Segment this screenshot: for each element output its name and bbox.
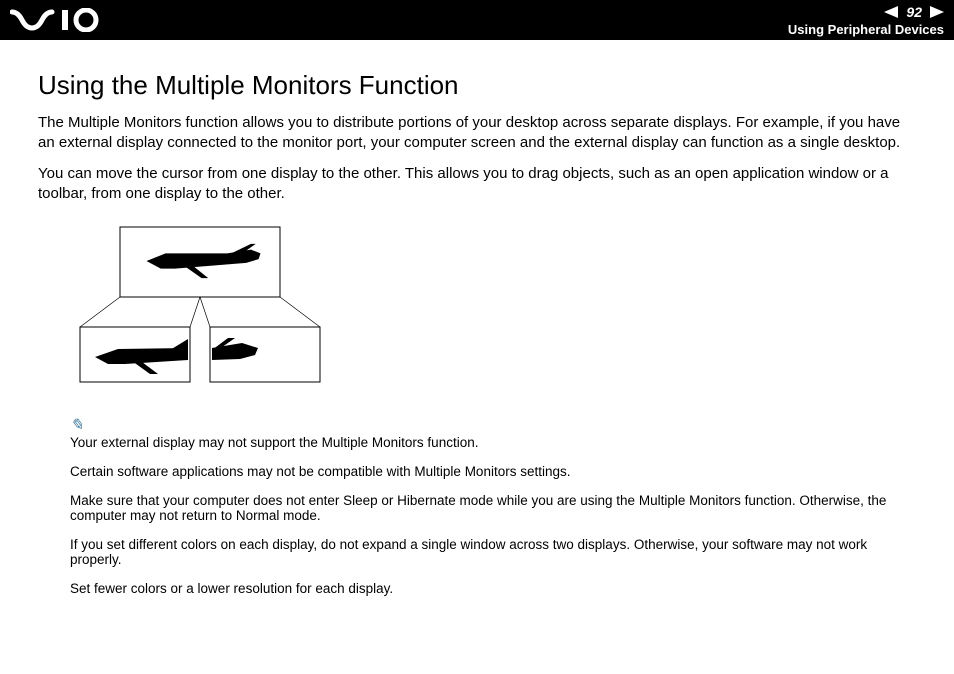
- note-text: If you set different colors on each disp…: [70, 537, 916, 567]
- multi-monitor-diagram: [70, 222, 916, 397]
- paragraph: You can move the cursor from one display…: [38, 164, 916, 205]
- note-pencil-icon: ✎: [70, 415, 916, 435]
- page-title: Using the Multiple Monitors Function: [38, 70, 916, 101]
- note-text: Certain software applications may not be…: [70, 464, 916, 479]
- page-header: 92 Using Peripheral Devices: [0, 0, 954, 40]
- paragraph: The Multiple Monitors function allows yo…: [38, 113, 916, 154]
- section-name: Using Peripheral Devices: [788, 22, 944, 37]
- page-number: 92: [906, 4, 922, 20]
- next-page-arrow-icon[interactable]: [930, 6, 944, 18]
- page-navigation: 92: [788, 4, 944, 20]
- note-section: Your external display may not support th…: [70, 435, 916, 596]
- vaio-logo: [10, 8, 120, 32]
- prev-page-arrow-icon[interactable]: [884, 6, 898, 18]
- note-text: Set fewer colors or a lower resolution f…: [70, 581, 916, 596]
- page-content: Using the Multiple Monitors Function The…: [0, 40, 954, 630]
- note-text: Make sure that your computer does not en…: [70, 493, 916, 523]
- header-right: 92 Using Peripheral Devices: [788, 4, 944, 37]
- note-text: Your external display may not support th…: [70, 435, 916, 450]
